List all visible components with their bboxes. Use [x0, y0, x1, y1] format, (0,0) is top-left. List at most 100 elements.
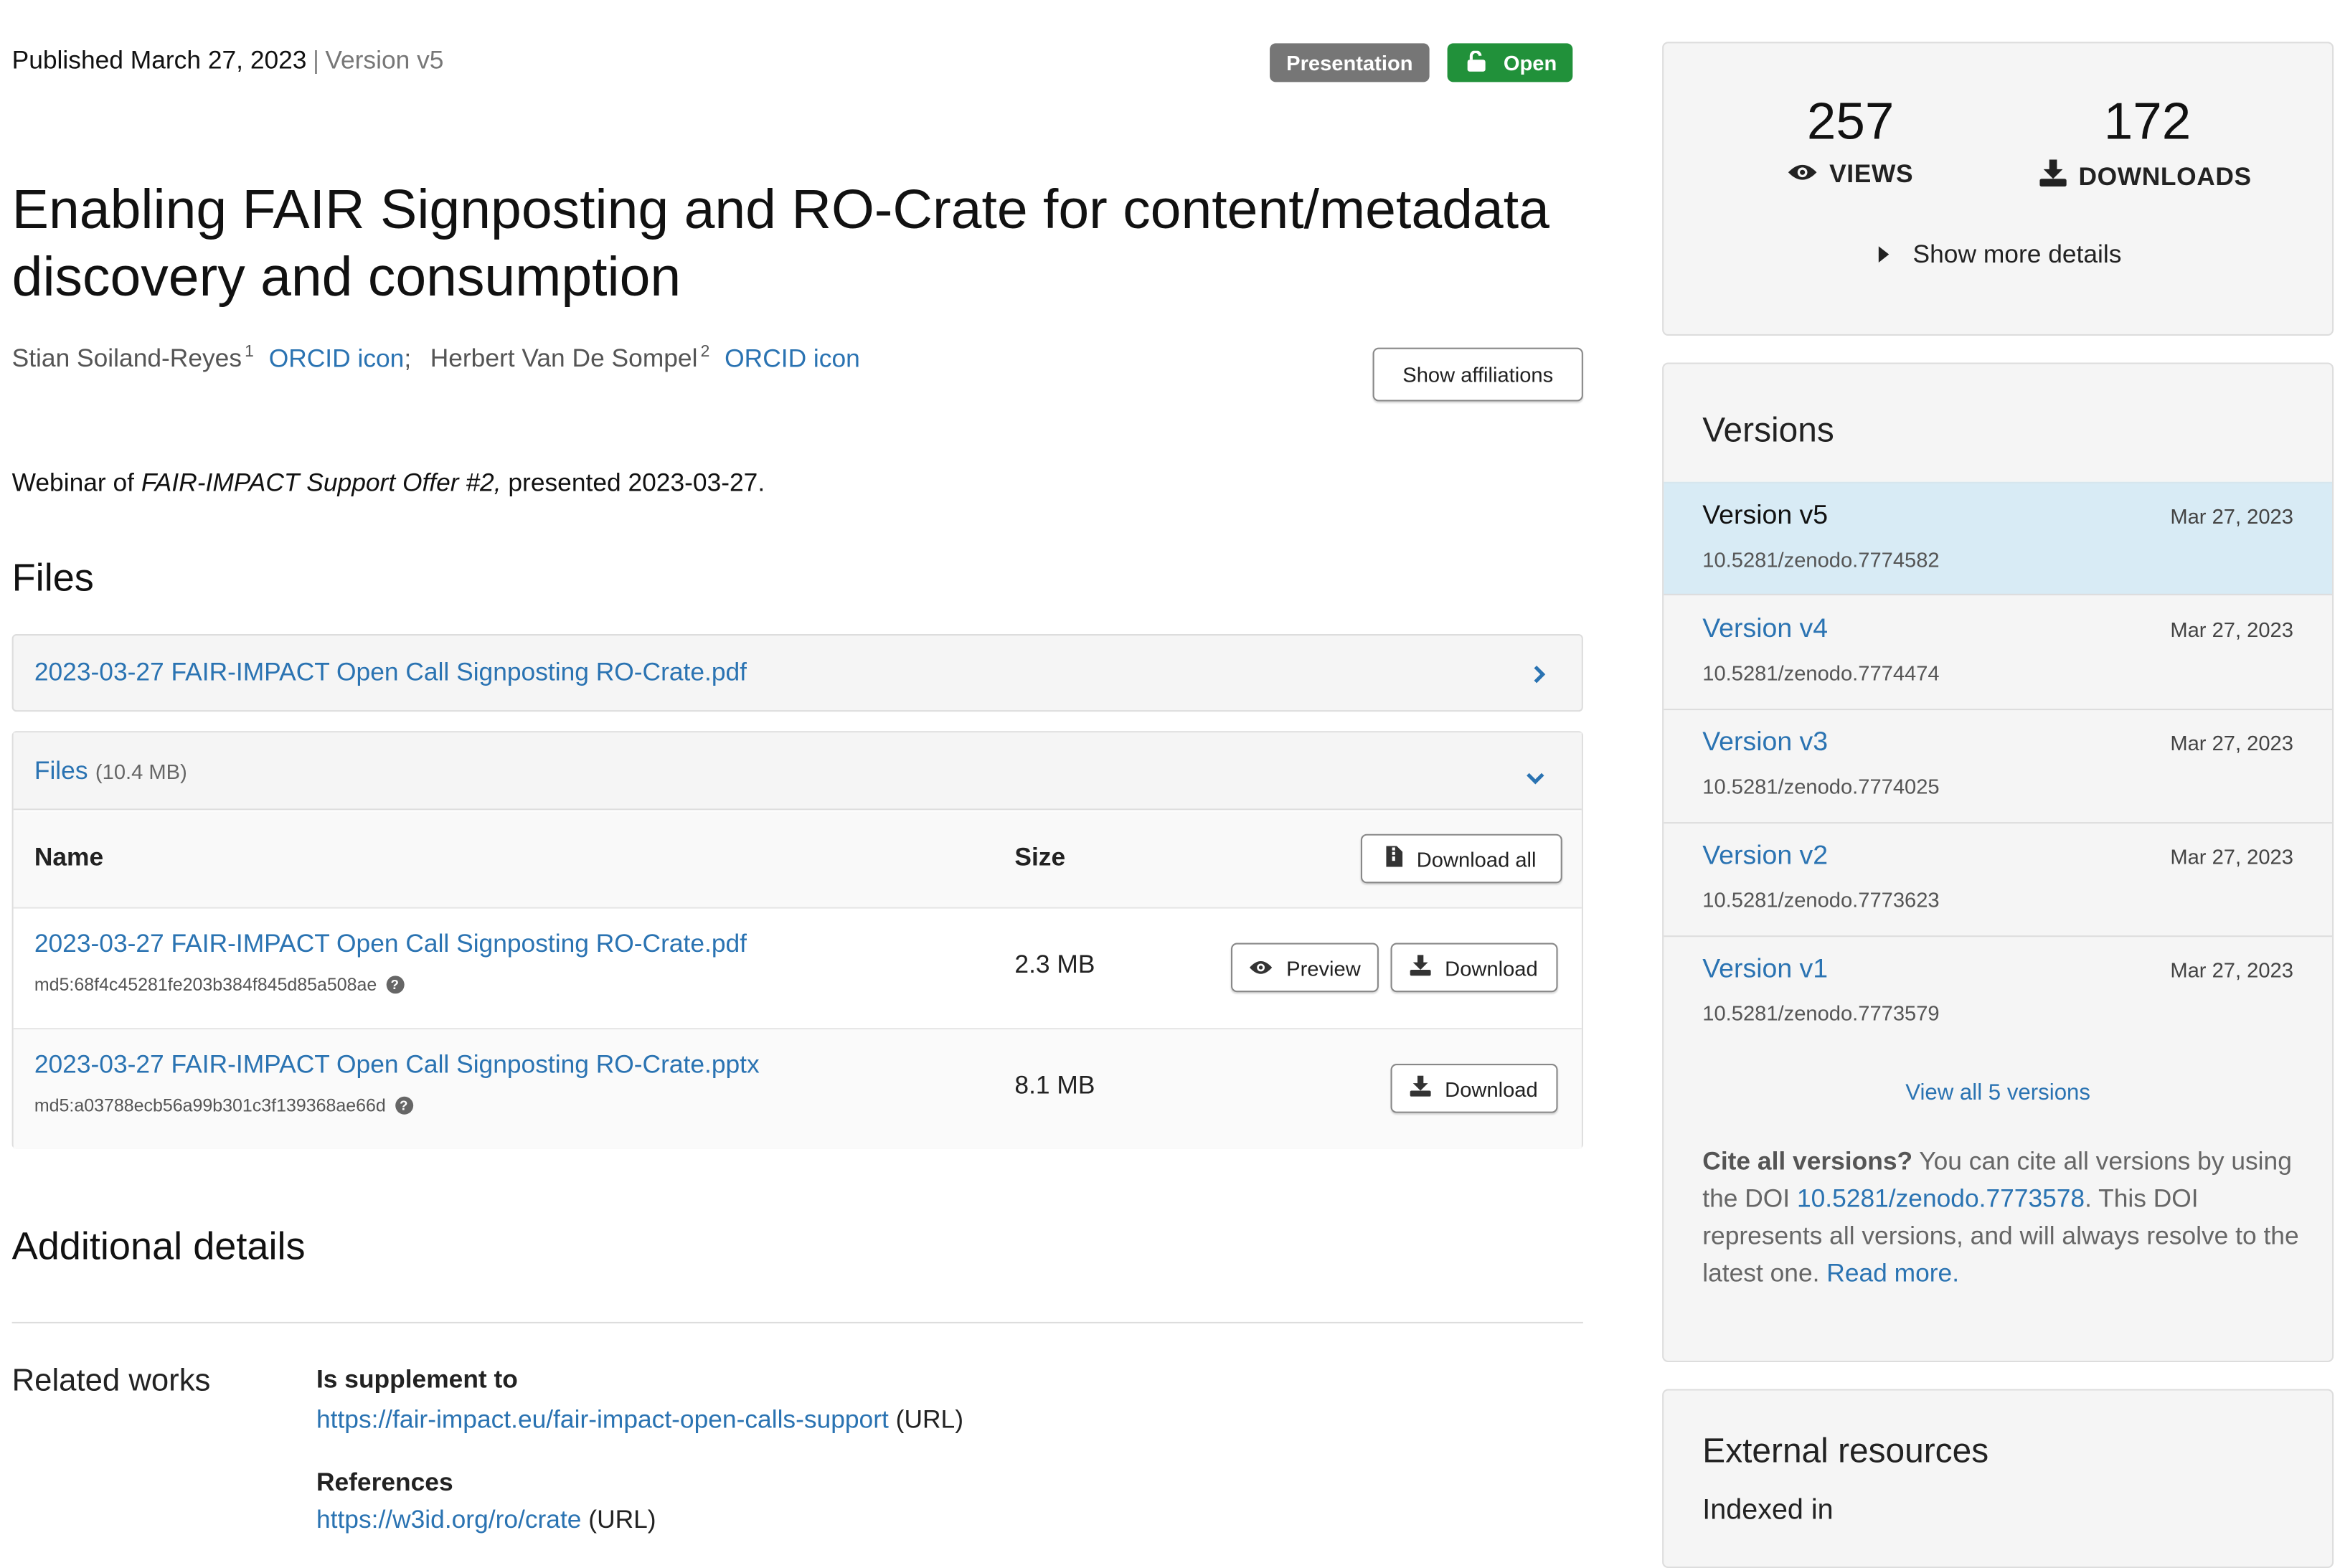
view-all-versions-container: View all 5 versions	[1664, 1080, 2332, 1105]
cite-question: Cite all versions?	[1702, 1147, 1913, 1176]
download-all-button[interactable]: Download all	[1360, 833, 1562, 884]
files-table-panel: Files (10.4 MB) Name Size Download all 2…	[11, 731, 1583, 1149]
access-text: Open	[1503, 50, 1557, 75]
version-doi: 10.5281/zenodo.7773579	[1702, 1001, 1940, 1025]
orcid-link[interactable]: ORCID icon	[269, 344, 405, 373]
description: Webinar of FAIR-IMPACT Support Offer #2,…	[12, 468, 765, 499]
version-item-v1[interactable]: Version v1 Mar 27, 2023 10.5281/zenodo.7…	[1664, 937, 2332, 1050]
version-doi: 10.5281/zenodo.7774474	[1702, 661, 1940, 685]
checksum-text: md5:a03788ecb56a99b301c3f139368ae66d	[34, 1095, 386, 1116]
read-more-link[interactable]: Read more.	[1826, 1260, 1959, 1288]
file-name-link[interactable]: 2023-03-27 FAIR-IMPACT Open Call Signpos…	[34, 930, 747, 960]
publication-info: Published March 27, 2023 | Version v5	[12, 46, 444, 76]
views-label: VIEWS	[1788, 160, 1913, 190]
column-header-size: Size	[1014, 843, 1066, 872]
related-work-link[interactable]: https://w3id.org/ro/crate	[316, 1506, 581, 1534]
view-all-versions-link[interactable]: View all 5 versions	[1905, 1080, 2090, 1105]
file-name-link[interactable]: 2023-03-27 FAIR-IMPACT Open Call Signpos…	[34, 1050, 760, 1080]
version-date: Mar 27, 2023	[2170, 844, 2293, 869]
external-resources-card: External resources Indexed in	[1662, 1389, 2334, 1568]
orcid-link[interactable]: ORCID icon	[725, 344, 860, 373]
show-more-label: Show more details	[1912, 240, 2122, 269]
preview-button[interactable]: Preview	[1230, 943, 1379, 993]
indexed-in-label: Indexed in	[1702, 1495, 1834, 1526]
checksum-text: md5:68f4c45281fe203b384f845d85a508ae	[34, 974, 377, 996]
version-date: Mar 27, 2023	[2170, 731, 2293, 755]
version-date: Mar 27, 2023	[2170, 618, 2293, 642]
download-icon	[2039, 159, 2067, 194]
preview-file-name[interactable]: 2023-03-27 FAIR-IMPACT Open Call Signpos…	[34, 658, 747, 688]
table-row: 2023-03-27 FAIR-IMPACT Open Call Signpos…	[13, 908, 1582, 1030]
file-checksum: md5:a03788ecb56a99b301c3f139368ae66d ?	[34, 1095, 413, 1116]
additional-details-heading: Additional details	[11, 1223, 306, 1268]
version-item-v2[interactable]: Version v2 Mar 27, 2023 10.5281/zenodo.7…	[1664, 823, 2333, 938]
record-title: Enabling FAIR Signposting and RO-Crate f…	[11, 179, 1549, 308]
version-label: Version v5	[325, 46, 444, 75]
chevron-down-icon[interactable]	[1525, 762, 1546, 793]
question-circle-icon[interactable]: ?	[385, 976, 404, 994]
creator-name[interactable]: Herbert Van De Sompel	[430, 344, 698, 373]
download-label: Download	[1445, 1076, 1538, 1100]
download-all-label: Download all	[1416, 846, 1537, 871]
version-item-v4[interactable]: Version v4 Mar 27, 2023 10.5281/zenodo.7…	[1664, 597, 2333, 711]
files-panel-title[interactable]: Files	[34, 756, 88, 786]
version-link[interactable]: Version v4	[1702, 613, 1828, 645]
version-doi: 10.5281/zenodo.7773623	[1702, 887, 1940, 912]
zip-file-icon	[1387, 846, 1404, 871]
related-work-entry: https://w3id.org/ro/crate (URL)	[316, 1506, 656, 1536]
file-checksum: md5:68f4c45281fe203b384f845d85a508ae ?	[34, 974, 404, 995]
access-badge: Open	[1447, 43, 1573, 82]
show-affiliations-button[interactable]: Show affiliations	[1372, 347, 1583, 402]
chevron-right-icon[interactable]	[1532, 663, 1546, 693]
table-header-row: Name Size Download all	[13, 811, 1582, 909]
preview-label: Preview	[1286, 955, 1361, 980]
divider	[11, 1321, 1583, 1323]
version-link[interactable]: Version v2	[1702, 840, 1828, 872]
related-works-label: Related works	[11, 1364, 211, 1398]
file-size: 8.1 MB	[1014, 1071, 1095, 1100]
eye-icon	[1788, 160, 1818, 190]
versions-card: Versions Version v5 Mar 27, 2023 10.5281…	[1662, 362, 2334, 1363]
published-date: Published March 27, 2023	[11, 46, 307, 75]
version-date: Mar 27, 2023	[2170, 958, 2293, 982]
related-work-link[interactable]: https://fair-impact.eu/fair-impact-open-…	[316, 1405, 889, 1434]
unlock-icon	[1466, 49, 1486, 75]
version-item-v3[interactable]: Version v3 Mar 27, 2023 10.5281/zenodo.7…	[1664, 710, 2333, 824]
version-link[interactable]: Version v1	[1702, 953, 1828, 985]
cite-all-versions-note: Cite all versions? You can cite all vers…	[1702, 1143, 2314, 1292]
external-resources-heading: External resources	[1702, 1430, 1989, 1470]
description-text-end: presented 2023-03-27.	[501, 468, 765, 497]
resource-type-text: Presentation	[1286, 50, 1413, 75]
views-label-text: VIEWS	[1829, 159, 1914, 189]
question-circle-icon[interactable]: ?	[395, 1096, 413, 1115]
download-button[interactable]: Download	[1390, 1064, 1558, 1113]
related-work-type: (URL)	[588, 1505, 656, 1534]
versions-heading: Versions	[1702, 410, 1834, 450]
download-icon	[1410, 1075, 1432, 1101]
version-item-v5[interactable]: Version v5 Mar 27, 2023 10.5281/zenodo.7…	[1664, 481, 2333, 595]
table-row: 2023-03-27 FAIR-IMPACT Open Call Signpos…	[13, 1029, 1582, 1149]
show-more-details-toggle[interactable]: Show more details	[1878, 240, 2122, 270]
relation-type: References	[316, 1468, 453, 1497]
download-label: Download	[1445, 955, 1538, 980]
relation-type: Is supplement to	[316, 1365, 518, 1394]
downloads-label-text: DOWNLOADS	[2078, 161, 2252, 191]
description-text: Webinar of	[11, 468, 141, 497]
download-icon	[1410, 955, 1432, 980]
downloads-label: DOWNLOADS	[2039, 159, 2252, 194]
separator: |	[312, 46, 320, 75]
related-work-entry: https://fair-impact.eu/fair-impact-open-…	[316, 1405, 963, 1435]
views-count: 257	[1806, 92, 1895, 151]
file-preview-accordion[interactable]: 2023-03-27 FAIR-IMPACT Open Call Signpos…	[11, 633, 1583, 712]
creator-name[interactable]: Stian Soiland-Reyes	[12, 344, 242, 373]
version-label: Version v5	[1702, 499, 1829, 530]
concept-doi-link[interactable]: 10.5281/zenodo.7773578	[1797, 1185, 2085, 1214]
files-total-size: (10.4 MB)	[95, 758, 187, 783]
version-doi: 10.5281/zenodo.7774025	[1702, 774, 1940, 798]
version-link[interactable]: Version v3	[1702, 727, 1828, 758]
download-button[interactable]: Download	[1390, 943, 1558, 993]
related-work-type: (URL)	[895, 1405, 963, 1434]
affiliation-ref: 2	[700, 343, 710, 362]
files-panel-header[interactable]: Files (10.4 MB)	[13, 732, 1582, 811]
resource-type-badge: Presentation	[1270, 43, 1430, 82]
